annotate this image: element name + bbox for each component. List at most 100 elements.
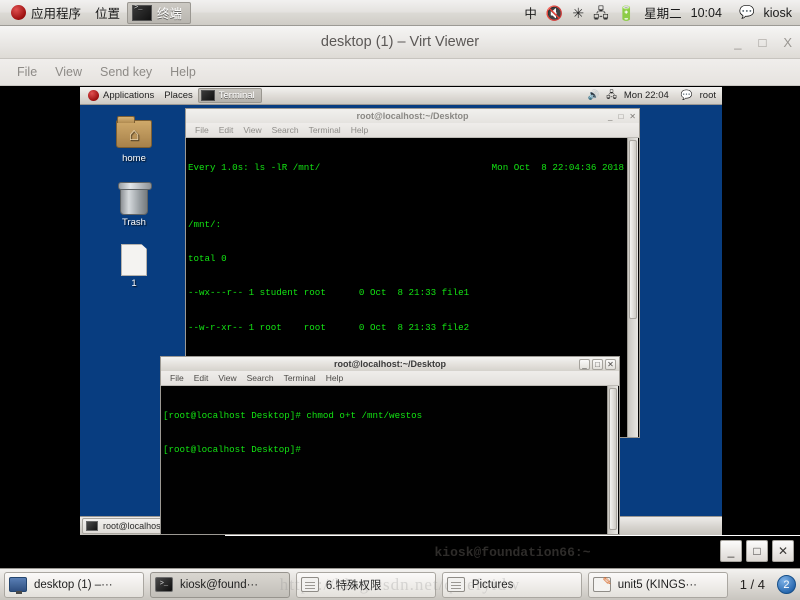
menu-help[interactable]: Help xyxy=(161,62,205,82)
virt-viewer-title: desktop (1) – Virt Viewer xyxy=(320,34,480,50)
guest-window-chip-terminal[interactable]: Terminal xyxy=(197,88,262,103)
menu-edit[interactable]: Edit xyxy=(189,372,214,384)
workspace-pager[interactable]: 1 / 4 xyxy=(740,577,765,592)
minimize-button[interactable]: _ xyxy=(720,540,742,562)
terminal-watch-scrollbar[interactable] xyxy=(627,138,638,437)
battery-charging-icon[interactable]: 🔋 xyxy=(618,6,635,20)
menu-terminal[interactable]: Terminal xyxy=(304,124,346,136)
places-menu-label: 位置 xyxy=(95,7,121,21)
virt-viewer-window: desktop (1) – Virt Viewer _ □ X File Vie… xyxy=(0,26,800,535)
watch-command-label: Every 1.0s: ls -lR /mnt/ xyxy=(188,161,321,173)
terminal-watch-titlebar[interactable]: root@localhost:~/Desktop _ □ ✕ xyxy=(185,108,640,123)
taskbar-item-pictures-label: Pictures xyxy=(471,578,514,591)
close-button[interactable]: ✕ xyxy=(772,540,794,562)
guest-top-panel: Applications Places Terminal 🔊 🖧 Mon 22:… xyxy=(80,87,722,105)
applications-menu-label: 应用程序 xyxy=(31,7,82,21)
guest-desktop[interactable]: Applications Places Terminal 🔊 🖧 Mon 22:… xyxy=(80,87,722,535)
minimize-button[interactable]: _ xyxy=(608,112,612,121)
menu-file[interactable]: File xyxy=(165,372,189,384)
scrollbar-thumb[interactable] xyxy=(629,140,637,320)
places-menu[interactable]: 位置 xyxy=(88,1,127,25)
kiosk-terminal-window[interactable]: kiosk@foundation66:~ _ □ ✕ xyxy=(225,535,800,568)
menu-edit[interactable]: Edit xyxy=(214,124,239,136)
pencil-icon xyxy=(592,575,612,592)
menu-help[interactable]: Help xyxy=(346,124,373,136)
close-button[interactable]: X xyxy=(783,35,792,50)
watch-timestamp-label: Mon Oct 8 22:04:36 2018 xyxy=(491,161,624,173)
guest-clock[interactable]: Mon 22:04 xyxy=(624,90,669,101)
menu-send-key[interactable]: Send key xyxy=(91,62,161,82)
terminal-line-prompt: [root@localhost Desktop]# xyxy=(163,444,301,456)
guest-places-menu[interactable]: Places xyxy=(159,89,198,102)
taskbar-item-unit5[interactable]: unit5 (KINGS··· xyxy=(587,571,728,598)
input-method-indicator[interactable]: 中 xyxy=(524,3,537,22)
minimize-button[interactable]: _ xyxy=(734,35,741,50)
terminal-command-menubar: File Edit View Search Terminal Help xyxy=(160,371,620,386)
host-top-panel: 应用程序 位置 终端 中 🔇 ✳ 🖧 🔋 星期二 10:04 💬 kiosk xyxy=(0,0,800,26)
network-disconnected-icon[interactable]: 🖧 xyxy=(593,6,609,20)
file-icon xyxy=(102,244,166,276)
clock-time-label[interactable]: 10:04 xyxy=(691,6,722,20)
host-window-chip-label: 终端 xyxy=(157,7,183,21)
terminal-command-title: root@localhost:~/Desktop xyxy=(333,359,447,369)
terminal-line: --w-r-xr-- 1 root root 0 Oct 8 21:33 fil… xyxy=(188,321,470,333)
menu-file[interactable]: File xyxy=(190,124,214,136)
applications-menu[interactable]: 应用程序 xyxy=(4,1,88,25)
taskbar-item-doc-permissions-label: 6.特殊权限 xyxy=(325,579,382,592)
terminal-command-body[interactable]: [root@localhost Desktop]# chmod o+t /mnt… xyxy=(160,386,620,535)
guest-user-label[interactable]: root xyxy=(700,90,716,101)
volume-muted-icon[interactable]: 🔇 xyxy=(546,6,563,20)
terminal-watch-title: root@localhost:~/Desktop xyxy=(356,111,469,121)
taskbar-item-doc-permissions[interactable]: 6.特殊权限 xyxy=(295,571,436,598)
desktop-icon-home[interactable]: home xyxy=(102,114,166,164)
menu-search[interactable]: Search xyxy=(242,372,279,384)
taskbar-item-unit5-label: unit5 (KINGS··· xyxy=(617,578,697,591)
network-disconnected-icon[interactable]: 🖧 xyxy=(606,88,617,104)
guest-applications-menu[interactable]: Applications xyxy=(83,89,159,102)
maximize-button[interactable]: □ xyxy=(618,112,623,121)
guest-applications-label: Applications xyxy=(103,90,155,101)
menu-view[interactable]: View xyxy=(46,62,91,82)
terminal-icon xyxy=(132,4,153,21)
user-menu-label[interactable]: kiosk xyxy=(764,6,792,20)
maximize-button[interactable]: □ xyxy=(746,540,768,562)
close-button[interactable]: ✕ xyxy=(605,359,616,370)
menu-help[interactable]: Help xyxy=(321,372,348,384)
terminal-command-titlebar[interactable]: root@localhost:~/Desktop _ □ ✕ xyxy=(160,356,620,371)
menu-terminal[interactable]: Terminal xyxy=(279,372,321,384)
virt-viewer-titlebar[interactable]: desktop (1) – Virt Viewer _ □ X xyxy=(0,26,800,59)
desktop-icon-file-1[interactable]: 1 xyxy=(102,242,166,289)
guest-places-label: Places xyxy=(164,90,193,101)
terminal-command-scrollbar[interactable] xyxy=(607,386,618,534)
taskbar-item-desktop-1[interactable]: desktop (1) –··· xyxy=(4,571,144,598)
minimize-button[interactable]: _ xyxy=(579,359,590,370)
notification-badge[interactable]: 2 xyxy=(776,575,796,594)
taskbar-item-pictures[interactable]: Pictures xyxy=(441,571,582,598)
watch-header-row: Every 1.0s: ls -lR /mnt/ Mon Oct 8 22:04… xyxy=(188,162,628,173)
user-icon: 💬 xyxy=(680,90,693,101)
host-window-chip-terminal[interactable]: 终端 xyxy=(127,1,192,24)
bluetooth-icon[interactable]: ✳ xyxy=(572,6,584,20)
scrollbar-thumb[interactable] xyxy=(609,388,617,531)
folder-home-icon xyxy=(102,114,166,151)
menu-file[interactable]: File xyxy=(8,62,46,82)
trash-icon xyxy=(102,182,166,215)
taskbar-item-desktop-1-label: desktop (1) –··· xyxy=(34,578,113,591)
host-taskbar: https://blog.csdn.net/qwefyidw desktop (… xyxy=(0,568,800,600)
taskbar-item-kiosk-terminal[interactable]: >_ kiosk@found··· xyxy=(149,571,290,598)
terminal-line: [root@localhost Desktop]# chmod o+t /mnt… xyxy=(163,409,423,421)
maximize-button[interactable]: □ xyxy=(758,35,766,50)
virt-viewer-canvas[interactable]: Applications Places Terminal 🔊 🖧 Mon 22:… xyxy=(0,87,800,535)
terminal-line: /mnt/: xyxy=(188,218,222,230)
close-button[interactable]: ✕ xyxy=(629,112,636,121)
menu-view[interactable]: View xyxy=(213,372,241,384)
desktop-icon-trash[interactable]: Trash xyxy=(102,179,166,228)
menu-search[interactable]: Search xyxy=(267,124,304,136)
volume-icon[interactable]: 🔊 xyxy=(587,90,599,101)
menu-view[interactable]: View xyxy=(238,124,266,136)
terminal-window-command[interactable]: root@localhost:~/Desktop _ □ ✕ File Edit… xyxy=(160,356,620,535)
fedora-logo-icon xyxy=(11,5,26,20)
monitor-icon xyxy=(9,577,27,594)
maximize-button[interactable]: □ xyxy=(592,359,603,370)
desktop-icon-file-1-label: 1 xyxy=(131,278,137,289)
